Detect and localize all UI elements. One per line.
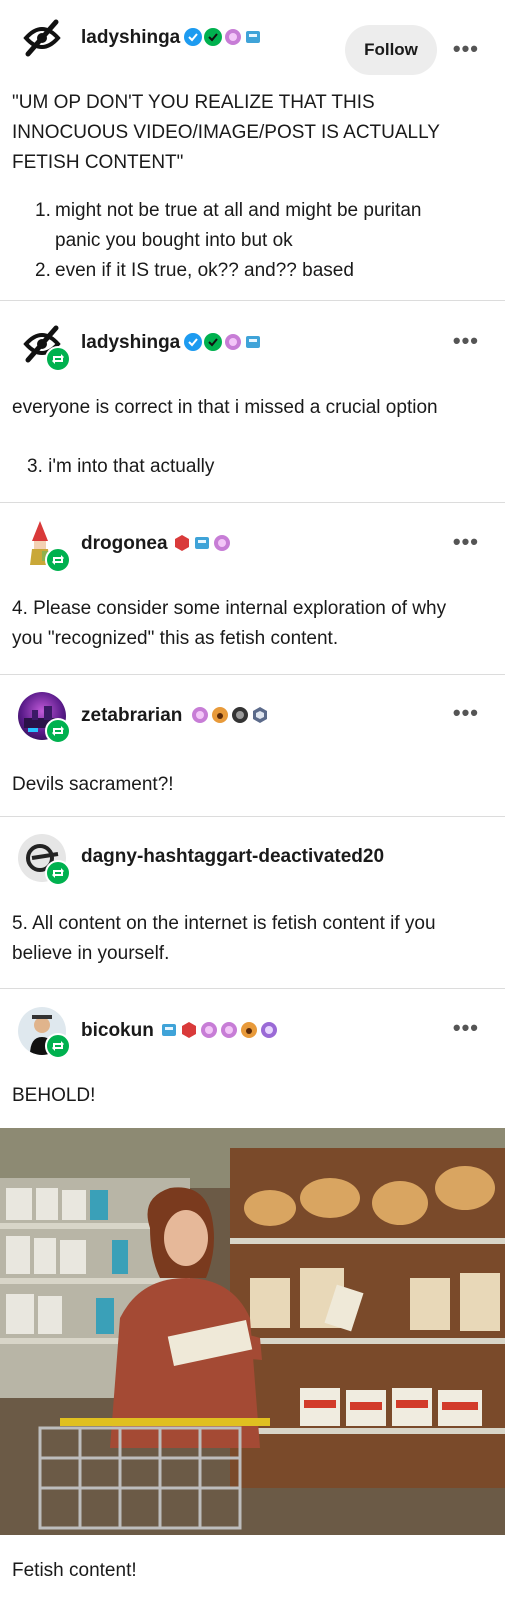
- shield-badge-icon: [253, 707, 267, 723]
- purple-badge-icon: [225, 334, 241, 350]
- username[interactable]: dagny-hashtaggart-deactivated20: [81, 846, 384, 868]
- dark-badge-icon: [232, 707, 248, 723]
- red-badge-icon: [182, 1022, 196, 1038]
- verified-badge-icon: [184, 333, 202, 351]
- body-line: 4. Please consider some internal explora…: [12, 598, 447, 619]
- body-line: 5. All content on the internet is fetish…: [12, 913, 436, 934]
- purple-badge-icon: [214, 535, 230, 551]
- reblog-icon: [45, 718, 71, 744]
- post-body: Devils sacrament?!: [12, 774, 174, 795]
- body-line: believe in yourself.: [12, 943, 170, 964]
- purple-badge-icon: [192, 707, 208, 723]
- body-line: you "recognized" this as fetish content.: [12, 628, 339, 649]
- list-item-text: 3. i'm into that actually: [27, 456, 215, 477]
- blue-badge-icon: [162, 1024, 176, 1036]
- check-badge-icon: [204, 333, 222, 351]
- badge-row: [173, 534, 231, 552]
- avatar[interactable]: [16, 832, 71, 886]
- post-header: ladyshinga Follow •••: [0, 12, 505, 75]
- list-number: 2.: [35, 260, 51, 281]
- divider: [0, 674, 505, 675]
- body-line: INNOCUOUS VIDEO/IMAGE/POST IS ACTUALLY: [12, 122, 440, 143]
- divider: [0, 502, 505, 503]
- username[interactable]: drogonea: [81, 533, 168, 555]
- check-badge-icon: [204, 28, 222, 46]
- reblog-icon: [45, 547, 71, 573]
- paw-badge-icon: [241, 1022, 257, 1038]
- badge-row: [184, 333, 262, 351]
- body-line: "UM OP DON'T YOU REALIZE THAT THIS: [12, 92, 375, 113]
- list-item-text: might not be true at all and might be pu…: [55, 200, 422, 221]
- avatar[interactable]: [16, 519, 71, 573]
- blue-badge-icon: [246, 31, 260, 43]
- purple-badge-icon: [201, 1022, 217, 1038]
- reblog-icon: [45, 860, 71, 886]
- post-image[interactable]: [0, 1128, 505, 1535]
- more-icon[interactable]: •••: [453, 529, 479, 555]
- red-badge-icon: [175, 535, 189, 551]
- eye-slash-icon: [23, 19, 61, 57]
- reblog-icon: [45, 346, 71, 372]
- blue-badge-icon: [246, 336, 260, 348]
- post-body: everyone is correct in that i missed a c…: [12, 397, 438, 418]
- reblog-header: dagny-hashtaggart-deactivated20: [0, 832, 505, 886]
- body-line: FETISH CONTENT": [12, 152, 184, 173]
- image-caption: Fetish content!: [12, 1560, 137, 1581]
- post-body: 4. Please consider some internal explora…: [12, 594, 492, 654]
- username[interactable]: zetabrarian: [81, 705, 182, 727]
- more-icon[interactable]: •••: [453, 36, 479, 62]
- purple-badge-icon: [225, 29, 241, 45]
- avatar[interactable]: [16, 12, 68, 64]
- post-body: 5. All content on the internet is fetish…: [12, 909, 492, 969]
- purple-badge-icon: [221, 1022, 237, 1038]
- more-icon[interactable]: •••: [453, 700, 479, 726]
- username[interactable]: bicokun: [81, 1020, 154, 1042]
- post-body: BEHOLD!: [12, 1085, 96, 1106]
- badge-row: [184, 28, 262, 46]
- list-number: 1.: [35, 200, 51, 221]
- verified-badge-icon: [184, 28, 202, 46]
- divider: [0, 816, 505, 817]
- avatar[interactable]: [16, 690, 71, 744]
- reblog-header: zetabrarian •••: [0, 690, 505, 744]
- post-body: "UM OP DON'T YOU REALIZE THAT THIS INNOC…: [12, 88, 492, 178]
- username[interactable]: ladyshinga: [81, 332, 180, 354]
- list-item-text: even if it IS true, ok?? and?? based: [55, 260, 354, 281]
- avatar[interactable]: [16, 1005, 71, 1059]
- reblog-header: drogonea •••: [0, 519, 505, 573]
- reblog-header: bicokun •••: [0, 1005, 505, 1059]
- follow-button[interactable]: Follow: [345, 25, 437, 75]
- avatar[interactable]: [16, 318, 71, 372]
- purple-badge-icon: [261, 1022, 277, 1038]
- reblog-icon: [45, 1033, 71, 1059]
- username[interactable]: ladyshinga: [81, 27, 180, 49]
- reblog-header: ladyshinga •••: [0, 318, 505, 372]
- paw-badge-icon: [212, 707, 228, 723]
- more-icon[interactable]: •••: [453, 1015, 479, 1041]
- divider: [0, 988, 505, 989]
- divider: [0, 300, 505, 301]
- list-item-text: panic you bought into but ok: [55, 230, 293, 251]
- blue-badge-icon: [195, 537, 209, 549]
- badge-row: [191, 706, 269, 724]
- more-icon[interactable]: •••: [453, 328, 479, 354]
- badge-row: [160, 1021, 278, 1039]
